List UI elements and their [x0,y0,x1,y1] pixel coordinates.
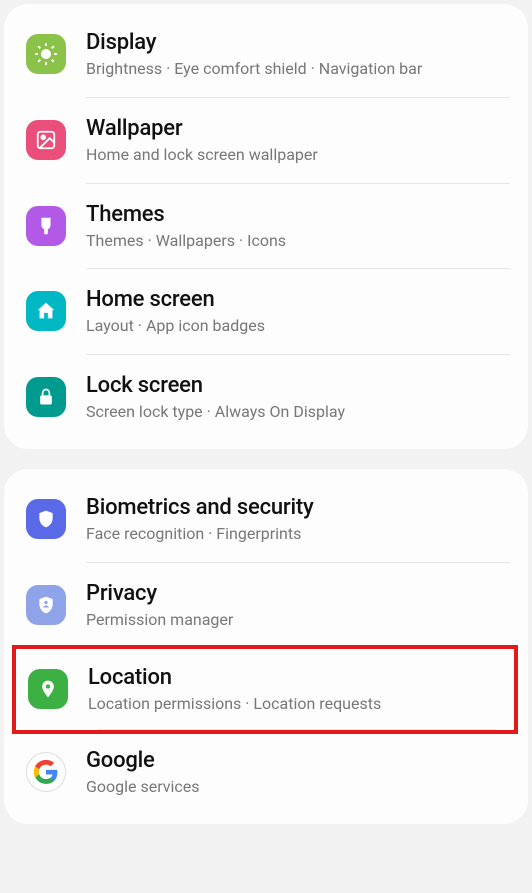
settings-group: Biometrics and security Face recognition… [4,469,528,824]
item-sub: Home and lock screen wallpaper [86,145,506,166]
item-title: Themes [86,202,506,227]
item-title: Home screen [86,287,506,312]
item-sub: Google services [86,777,506,798]
settings-item-themes[interactable]: Themes Themes · Wallpapers · Icons [4,184,528,270]
item-title: Biometrics and security [86,495,506,520]
picture-icon [26,120,66,160]
item-sub: Screen lock type · Always On Display [86,402,506,423]
item-title: Location [88,665,502,690]
pin-icon [28,669,68,709]
item-title: Lock screen [86,373,506,398]
item-sub: Layout · App icon badges [86,316,506,337]
shield-icon [26,499,66,539]
item-sub: Brightness · Eye comfort shield · Naviga… [86,59,506,80]
lock-icon [26,377,66,417]
settings-item-google[interactable]: Google Google services [4,730,528,816]
settings-item-privacy[interactable]: Privacy Permission manager [4,563,528,649]
item-sub: Themes · Wallpapers · Icons [86,231,506,252]
item-title: Google [86,748,506,773]
google-icon [26,752,66,792]
item-sub: Permission manager [86,610,506,631]
settings-group: Display Brightness · Eye comfort shield … [4,4,528,449]
settings-item-location[interactable]: Location Location permissions · Location… [12,645,518,735]
settings-item-wallpaper[interactable]: Wallpaper Home and lock screen wallpaper [4,98,528,184]
sun-icon [26,34,66,74]
settings-item-home-screen[interactable]: Home screen Layout · App icon badges [4,269,528,355]
home-icon [26,291,66,331]
badge-icon [26,585,66,625]
settings-item-lock-screen[interactable]: Lock screen Screen lock type · Always On… [4,355,528,441]
settings-item-biometrics[interactable]: Biometrics and security Face recognition… [4,477,528,563]
item-title: Display [86,30,506,55]
item-sub: Face recognition · Fingerprints [86,524,506,545]
brush-icon [26,206,66,246]
item-title: Wallpaper [86,116,506,141]
item-title: Privacy [86,581,506,606]
item-sub: Location permissions · Location requests [88,694,502,715]
settings-item-display[interactable]: Display Brightness · Eye comfort shield … [4,12,528,98]
